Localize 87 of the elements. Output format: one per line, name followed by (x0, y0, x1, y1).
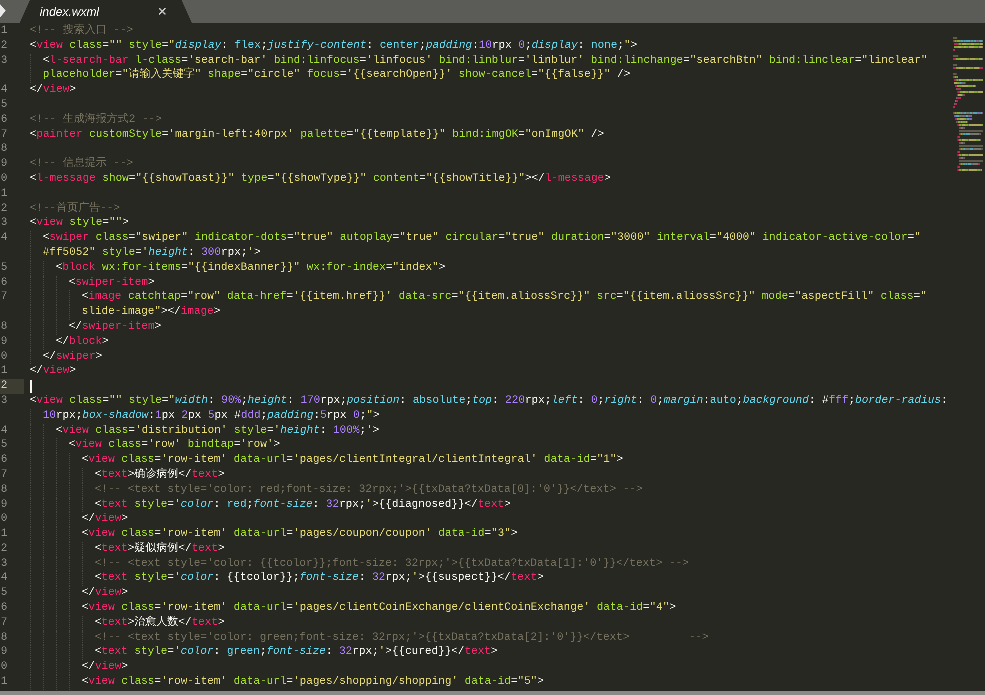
line-number: 8 (0, 320, 9, 335)
code-line: </swiper> (43, 350, 102, 364)
line-number: 7 (0, 128, 9, 142)
line-number: 5 (0, 260, 9, 276)
code-line: <text>治愈人数</text> (95, 616, 225, 631)
line-number: 0 (0, 660, 9, 676)
line-number: 1 (0, 24, 9, 39)
code-line: slide-image"></image> (82, 305, 221, 320)
code-line: <block wx:for-items="{{indexBanner}}" wx:for-index="index"> (56, 260, 446, 276)
line-number: 2 (0, 542, 9, 557)
line-number: 0 (0, 172, 9, 187)
line-number: 7 (0, 616, 9, 631)
minimap-drawing[interactable] (953, 37, 983, 172)
code-line: <view class="" style="display: flex;justify-content: center;padding:10rpx 0;display: none;"> (30, 38, 638, 54)
line-number: 4 (0, 83, 9, 98)
line-number: 7 (0, 468, 9, 483)
code-line: <view style=""> (30, 216, 130, 232)
line-number: 8 (0, 142, 9, 158)
line-number: 5 (0, 586, 9, 602)
code-line: <text style='color: red;font-size: 32rpx;'>{{diagnosed}}</text> (95, 498, 511, 512)
line-number: 1 (0, 186, 9, 202)
code-line: placeholder="请输入关键字" shape="circle" focus='{{searchOpen}}' show-cancel="{{false}}" /> (43, 68, 631, 84)
code-line: <!-- 生成海报方式2 --> (30, 112, 162, 128)
line-number: 6 (0, 112, 9, 128)
code-line: <text style='color: green;font-size: 32rpx;'>{{cured}}</text> (95, 645, 498, 660)
line-number: 6 (0, 601, 9, 616)
code-line: <l-search-bar l-class='search-bar' bind:linfocus='linfocus' bind:linblur='linblur' bind:linchange="searchBtn" bind:linclear="linclear" (43, 54, 928, 68)
line-number: 9 (0, 157, 9, 172)
line-number: 9 (0, 498, 9, 512)
code-line: </view> (82, 512, 128, 528)
code-line: </swiper-item> (69, 320, 162, 335)
line-number: 2 (0, 38, 9, 54)
code-line: <swiper class="swiper" indicator-dots="true" autoplay="true" circular="true" duration="3000" interval="4000" indicator-active-color=" (43, 231, 922, 246)
code-line: <view class='row' bindtap='row'> (69, 438, 280, 454)
code-line: 10rpx;box-shadow:1px 2px 5px #ddd;padding:5rpx 0;"> (43, 408, 380, 424)
code-line: <swiper-item> (69, 276, 155, 290)
code-line: <view class='distribution' style='height: 100%;'> (56, 424, 380, 438)
code-line: </view> (30, 364, 76, 380)
close-icon[interactable] (157, 6, 168, 17)
play-icon[interactable] (0, 4, 6, 18)
line-number: 1 (0, 364, 9, 380)
code-line: <view class='row-item' data-url='pages/shopping/shopping' data-id="5"> (82, 675, 544, 690)
code-line: <view class="" style="width: 90%;height: 170rpx;position: absolute;top: 220rpx;left: 0;right: 0;margin:auto;background: #fff;border-radius: (30, 394, 948, 409)
text-cursor (30, 380, 32, 394)
code-line: </view> (30, 83, 76, 98)
line-number: 9 (0, 645, 9, 660)
code-line: <l-message show="{{showToast}}" type="{{showType}}" content="{{showTitle}}"></l-message> (30, 172, 612, 187)
line-number: 9 (0, 334, 9, 350)
code-line: <!-- 信息提示 --> (30, 157, 134, 172)
code-line: <!-- <text style='color: green;font-size: 32rpx;'>{{txData?txData[2]:'0'}}</text> --> (95, 630, 709, 646)
line-number: 1 (0, 527, 9, 542)
line-number: 4 (0, 424, 9, 438)
code-line: <view class='row-item' data-url='pages/clientIntegral/clientIntegral' data-id="1"> (82, 453, 624, 468)
code-line: <view class='row-item' data-url='pages/coupon/coupon' data-id="3"> (82, 527, 518, 542)
line-number: 5 (0, 438, 9, 454)
code-line: </view> (82, 660, 128, 676)
code-line: <text>疑似病例</text> (95, 542, 225, 557)
line-number: 5 (0, 98, 9, 113)
line-number: 8 (0, 482, 9, 498)
line-number: 2 (0, 202, 9, 216)
line-number: 2 (0, 379, 24, 394)
code-line: <text style='color: {{tcolor}};font-size: 32rpx;'>{{suspect}}</text> (95, 571, 544, 586)
code-line: </block> (56, 334, 109, 350)
code-line: <!-- <text style='color: {{tcolor}};font-size: 32rpx;'>{{txData?txData[1]:'0'}}</text> --> (95, 556, 690, 572)
code-line: <painter customStyle='margin-left:40rpx' palette="{{template}}" bind:imgOK="onImgOK" /> (30, 128, 604, 142)
line-number: 3 (0, 394, 9, 409)
code-line: <!-- 搜索入口 --> (30, 24, 134, 39)
code-line: <text>确诊病例</text> (95, 468, 225, 483)
line-number: 1 (0, 675, 9, 690)
line-number: 3 (0, 54, 9, 68)
line-number: 3 (0, 216, 9, 232)
file-tab[interactable]: index.wxml (20, 0, 192, 23)
line-number: 3 (0, 556, 9, 572)
line-number: 6 (0, 276, 9, 290)
line-number: 0 (0, 512, 9, 528)
code-line: <view class='row-item' data-url='pages/clientCoinExchange/clientCoinExchange' data-id="4"> (82, 601, 676, 616)
code-line: <image catchtap="row" data-href='{{item.href}}' data-src="{{item.aliossSrc}}" src="{{item.aliossSrc}}" mode="aspectFill" class=" (82, 290, 928, 306)
line-number: 0 (0, 350, 9, 364)
line-number: 7 (0, 290, 9, 306)
code-line: </view> (82, 586, 128, 602)
code-line: <!--首页广告--> (30, 202, 120, 216)
line-number: 4 (0, 571, 9, 586)
code-line: <!-- <text style='color: red;font-size: 32rpx;'>{{txData?txData[0]:'0'}}</text> --> (95, 482, 643, 498)
line-number: 4 (0, 231, 9, 246)
line-number: 8 (0, 630, 9, 646)
code-line: #ff5052" style='height: 300rpx;'> (43, 246, 261, 261)
line-number: 6 (0, 453, 9, 468)
